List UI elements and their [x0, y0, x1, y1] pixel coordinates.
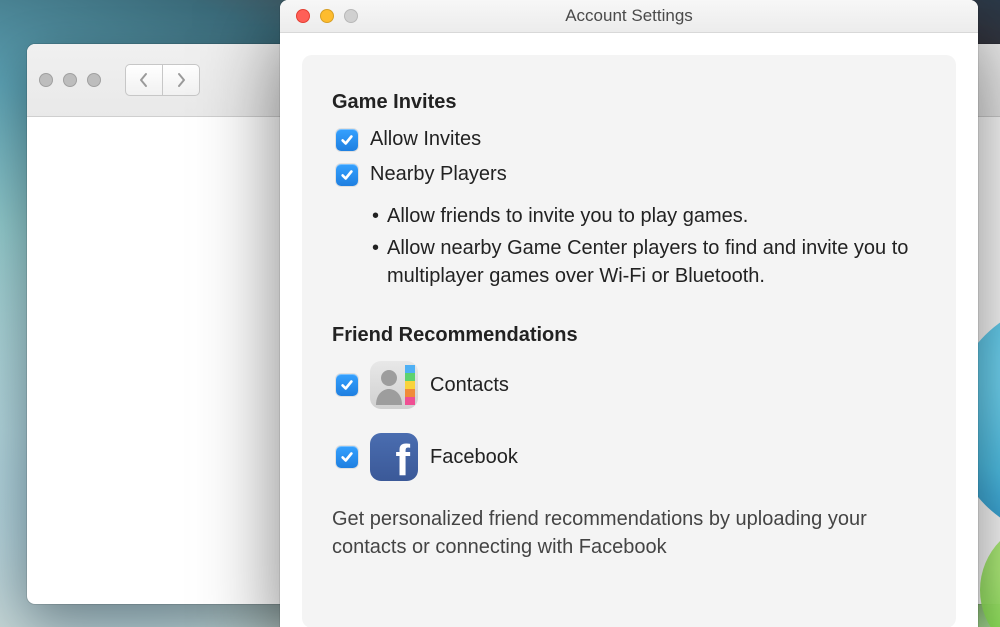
nav-forward-button[interactable]	[162, 64, 200, 96]
zoom-icon[interactable]	[87, 73, 101, 87]
facebook-label: Facebook	[430, 446, 518, 469]
nav-segmented-control	[125, 64, 200, 96]
bullet-icon: •	[372, 202, 379, 230]
contacts-tabs-icon	[405, 365, 415, 405]
checkbox-checked-icon[interactable]	[336, 446, 358, 468]
close-icon[interactable]	[39, 73, 53, 87]
list-item: • Allow nearby Game Center players to fi…	[372, 234, 926, 290]
titlebar: Account Settings	[280, 0, 978, 33]
game-invites-heading: Game Invites	[332, 91, 926, 114]
zoom-button-disabled	[344, 9, 358, 23]
facebook-app-icon: f	[370, 433, 418, 481]
allow-invites-label: Allow Invites	[370, 128, 481, 151]
friend-recommendations-heading: Friend Recommendations	[332, 324, 926, 347]
invites-description-list: • Allow friends to invite you to play ga…	[372, 202, 926, 290]
chevron-right-icon	[175, 72, 187, 88]
traffic-lights-inactive	[39, 73, 101, 87]
checkbox-checked-icon[interactable]	[336, 129, 358, 151]
friend-recommendations-hint: Get personalized friend recommendations …	[332, 505, 926, 561]
invites-bullet-2: Allow nearby Game Center players to find…	[387, 234, 926, 290]
window-title: Account Settings	[280, 6, 978, 26]
settings-panel: Game Invites Allow Invites Nearby Player…	[302, 55, 956, 627]
checkbox-checked-icon[interactable]	[336, 164, 358, 186]
facebook-f-icon: f	[395, 439, 410, 483]
invites-bullet-1: Allow friends to invite you to play game…	[387, 202, 748, 230]
contacts-label: Contacts	[430, 374, 509, 397]
minimize-icon[interactable]	[63, 73, 77, 87]
allow-invites-option[interactable]: Allow Invites	[336, 128, 926, 151]
contacts-option[interactable]: Contacts	[336, 361, 926, 409]
traffic-lights	[296, 9, 358, 23]
contacts-app-icon	[370, 361, 418, 409]
bullet-icon: •	[372, 234, 379, 290]
minimize-button[interactable]	[320, 9, 334, 23]
sheet-body: Game Invites Allow Invites Nearby Player…	[280, 33, 978, 627]
nearby-players-label: Nearby Players	[370, 163, 507, 186]
facebook-option[interactable]: f Facebook	[336, 433, 926, 481]
chevron-left-icon	[138, 72, 150, 88]
nav-back-button[interactable]	[125, 64, 162, 96]
account-settings-window: Account Settings Game Invites Allow Invi…	[280, 0, 978, 627]
list-item: • Allow friends to invite you to play ga…	[372, 202, 926, 230]
nearby-players-option[interactable]: Nearby Players	[336, 163, 926, 186]
close-button[interactable]	[296, 9, 310, 23]
person-silhouette-icon	[374, 367, 404, 405]
checkbox-checked-icon[interactable]	[336, 374, 358, 396]
bubble-green-icon	[980, 520, 1000, 627]
